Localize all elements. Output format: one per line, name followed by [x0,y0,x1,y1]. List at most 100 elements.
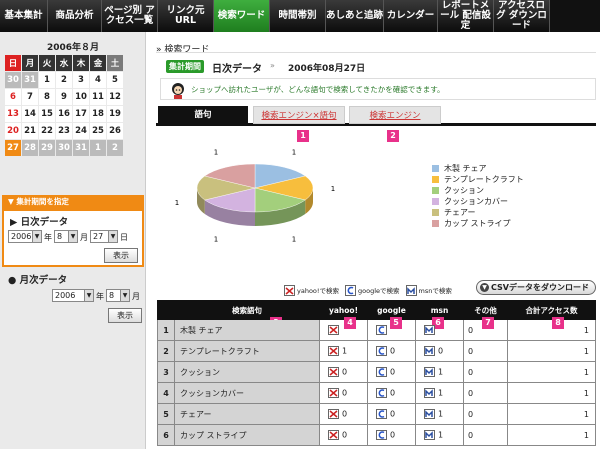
calendar-day[interactable]: 23 [56,123,72,139]
google-cell[interactable] [367,319,416,341]
csv-download-button[interactable]: ▼ CSVデータをダウンロード [476,280,596,295]
calendar-day[interactable]: 9 [56,89,72,105]
header-other[interactable]: その他 7 [463,300,508,329]
msn-cell[interactable]: 1 [415,361,464,383]
calendar-day[interactable]: 19 [107,106,123,122]
calendar-day[interactable]: 11 [90,89,106,105]
calendar-day[interactable]: 14 [22,106,38,122]
nav-tab-report-mail-settings[interactable]: レポートメール 配信設定 [438,0,494,32]
msn-icon [424,325,435,335]
calendar-day[interactable]: 21 [22,123,38,139]
calendar-day[interactable]: 13 [5,106,21,122]
nav-tab-page-access[interactable]: ページ別 アクセス一覧 [102,0,158,32]
msn-cell[interactable] [415,319,464,341]
calendar-day[interactable]: 15 [39,106,55,122]
top-nav: 基本集計 商品分析 ページ別 アクセス一覧 リンク元URL 検索ワード 時間帯別 あしあと追… [0,0,600,32]
google-cell[interactable]: 0 [367,382,416,404]
yahoo-cell[interactable]: 0 [319,424,368,446]
period-badge: 集計期間 [166,60,204,73]
calendar-day[interactable]: 7 [22,89,38,105]
row-number: 6 [157,424,175,446]
calendar-day[interactable]: 6 [5,89,21,105]
row-number: 1 [157,319,175,341]
calendar-day[interactable]: 12 [107,89,123,105]
calendar-weekday: 火 [39,55,55,71]
tab-engine-by-phrase[interactable]: 検索エンジン×語句 [253,106,345,124]
tab-phrases[interactable]: 語句 [158,106,248,124]
monthly-year-value: 2006 [55,291,76,300]
monthly-show-button[interactable]: 表示 [108,308,142,323]
calendar-day[interactable]: 17 [73,106,89,122]
nav-tab-footprint-tracking[interactable]: あしあと追跡 [326,0,384,32]
msn-cell[interactable]: 1 [415,382,464,404]
nav-tab-access-log-download[interactable]: アクセスログ ダウンロード [494,0,550,32]
calendar-day[interactable]: 1 [90,140,106,156]
chevron-down-icon: ▼ [84,290,93,301]
nav-tab-time-of-day[interactable]: 時間帯別 [270,0,326,32]
calendar-day[interactable]: 10 [73,89,89,105]
header-keyword[interactable]: 検索語句3 [174,300,320,329]
msn-count: 0 [438,346,444,356]
nav-tab-basic-summary[interactable]: 基本集計 [0,0,48,32]
calendar-day[interactable]: 3 [73,72,89,88]
calendar-day[interactable]: 22 [39,123,55,139]
table-row: 4 クッションカバー 0 0 1 0 1 [157,382,596,404]
calendar-day[interactable]: 29 [39,140,55,156]
daily-month-select[interactable]: 8 ▼ [54,230,78,243]
calendar-day[interactable]: 1 [39,72,55,88]
nav-tab-search-words[interactable]: 検索ワード [214,0,270,32]
calendar-day[interactable]: 20 [5,123,21,139]
keyword-cell: テンプレートクラフト [174,340,320,362]
yahoo-cell[interactable]: 0 [319,403,368,425]
msn-cell[interactable]: 1 [415,424,464,446]
google-cell[interactable]: 0 [367,403,416,425]
nav-tab-product-analysis[interactable]: 商品分析 [48,0,102,32]
google-cell[interactable]: 0 [367,340,416,362]
daily-year-select[interactable]: 2006 ▼ [8,230,42,243]
calendar-day[interactable]: 8 [39,89,55,105]
calendar-day[interactable]: 25 [90,123,106,139]
calendar-day[interactable]: 4 [90,72,106,88]
calendar-day[interactable]: 31 [73,140,89,156]
calendar-day[interactable]: 26 [107,123,123,139]
calendar-day[interactable]: 24 [73,123,89,139]
google-cell[interactable]: 0 [367,361,416,383]
yahoo-cell[interactable]: 0 [319,361,368,383]
calendar-day[interactable]: 2 [107,140,123,156]
monthly-month-select[interactable]: 8 ▼ [106,289,130,302]
header-total[interactable]: 合計アクセス数 8 [507,300,596,329]
calendar-week: 30 31 1 2 3 4 5 [5,72,123,88]
header-google[interactable]: google 5 [367,300,416,329]
yahoo-cell[interactable]: 1 [319,340,368,362]
daily-show-button[interactable]: 表示 [104,248,138,263]
header-msn-label: msn [430,305,449,315]
google-cell[interactable]: 0 [367,424,416,446]
calendar-day[interactable]: 30 [5,72,21,88]
daily-day-select[interactable]: 27 ▼ [90,230,118,243]
msn-cell[interactable]: 1 [415,403,464,425]
msn-cell[interactable]: 0 [415,340,464,362]
header-yahoo[interactable]: yahoo! 4 [319,300,368,329]
calendar-day[interactable]: 27 [5,140,21,156]
calendar-title: 2006年８月 [46,43,100,53]
nav-tab-referrer-url[interactable]: リンク元URL [158,0,214,32]
header-msn[interactable]: msn 6 [415,300,464,329]
row-number: 5 [157,403,175,425]
calendar-day[interactable]: 16 [56,106,72,122]
calendar-day[interactable]: 18 [90,106,106,122]
calendar-day[interactable]: 30 [56,140,72,156]
year-unit-label: 年 [96,292,104,301]
calendar-day[interactable]: 5 [107,72,123,88]
tab-search-engine[interactable]: 検索エンジン [349,106,441,124]
yahoo-cell[interactable] [319,319,368,341]
yahoo-cell[interactable]: 0 [319,382,368,404]
yahoo-icon [328,388,339,398]
monthly-year-select[interactable]: 2006 ▼ [52,289,94,302]
calendar-day[interactable]: 28 [22,140,38,156]
calendar-week: 27 28 29 30 31 1 2 [5,140,123,156]
calendar-day[interactable]: 2 [56,72,72,88]
calendar-day[interactable]: 31 [22,72,38,88]
calendar-week: 20 21 22 23 24 25 26 [5,123,123,139]
nav-tab-calendar[interactable]: カレンダー [384,0,438,32]
google-count: 0 [390,346,396,356]
